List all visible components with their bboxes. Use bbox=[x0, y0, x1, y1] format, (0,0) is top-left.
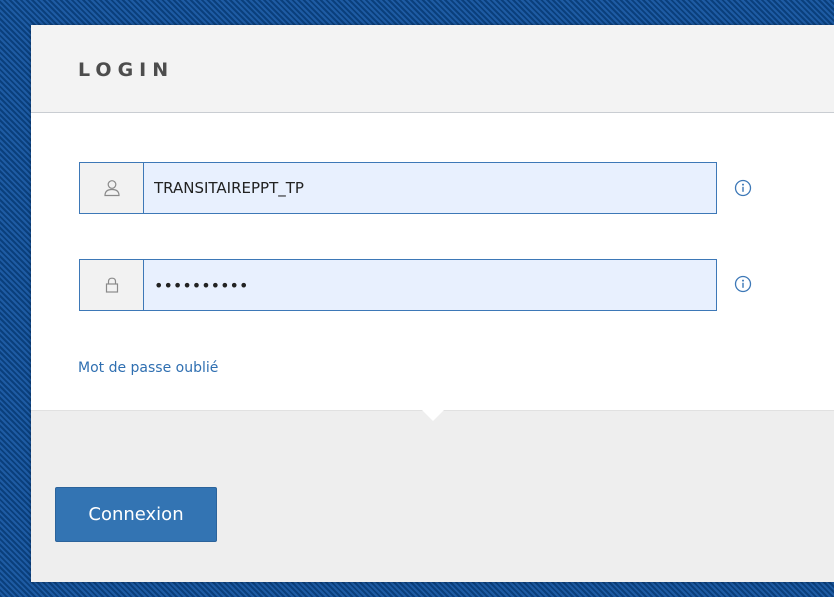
user-icon bbox=[103, 180, 120, 197]
lock-icon bbox=[105, 277, 118, 293]
password-input[interactable] bbox=[144, 260, 716, 310]
panel-header: LOGIN bbox=[31, 25, 834, 113]
password-info-icon[interactable] bbox=[734, 275, 752, 293]
panel-notch bbox=[422, 410, 444, 421]
login-panel: LOGIN Mot de passe oublié Connexio bbox=[31, 25, 834, 582]
password-addon bbox=[80, 260, 144, 310]
password-field bbox=[79, 259, 717, 311]
username-field bbox=[79, 162, 717, 214]
panel-title: LOGIN bbox=[78, 59, 175, 81]
username-info-icon[interactable] bbox=[734, 179, 752, 197]
username-input[interactable] bbox=[144, 163, 716, 213]
login-button[interactable]: Connexion bbox=[55, 487, 217, 542]
username-addon bbox=[80, 163, 144, 213]
forgot-password-link[interactable]: Mot de passe oublié bbox=[78, 360, 218, 376]
